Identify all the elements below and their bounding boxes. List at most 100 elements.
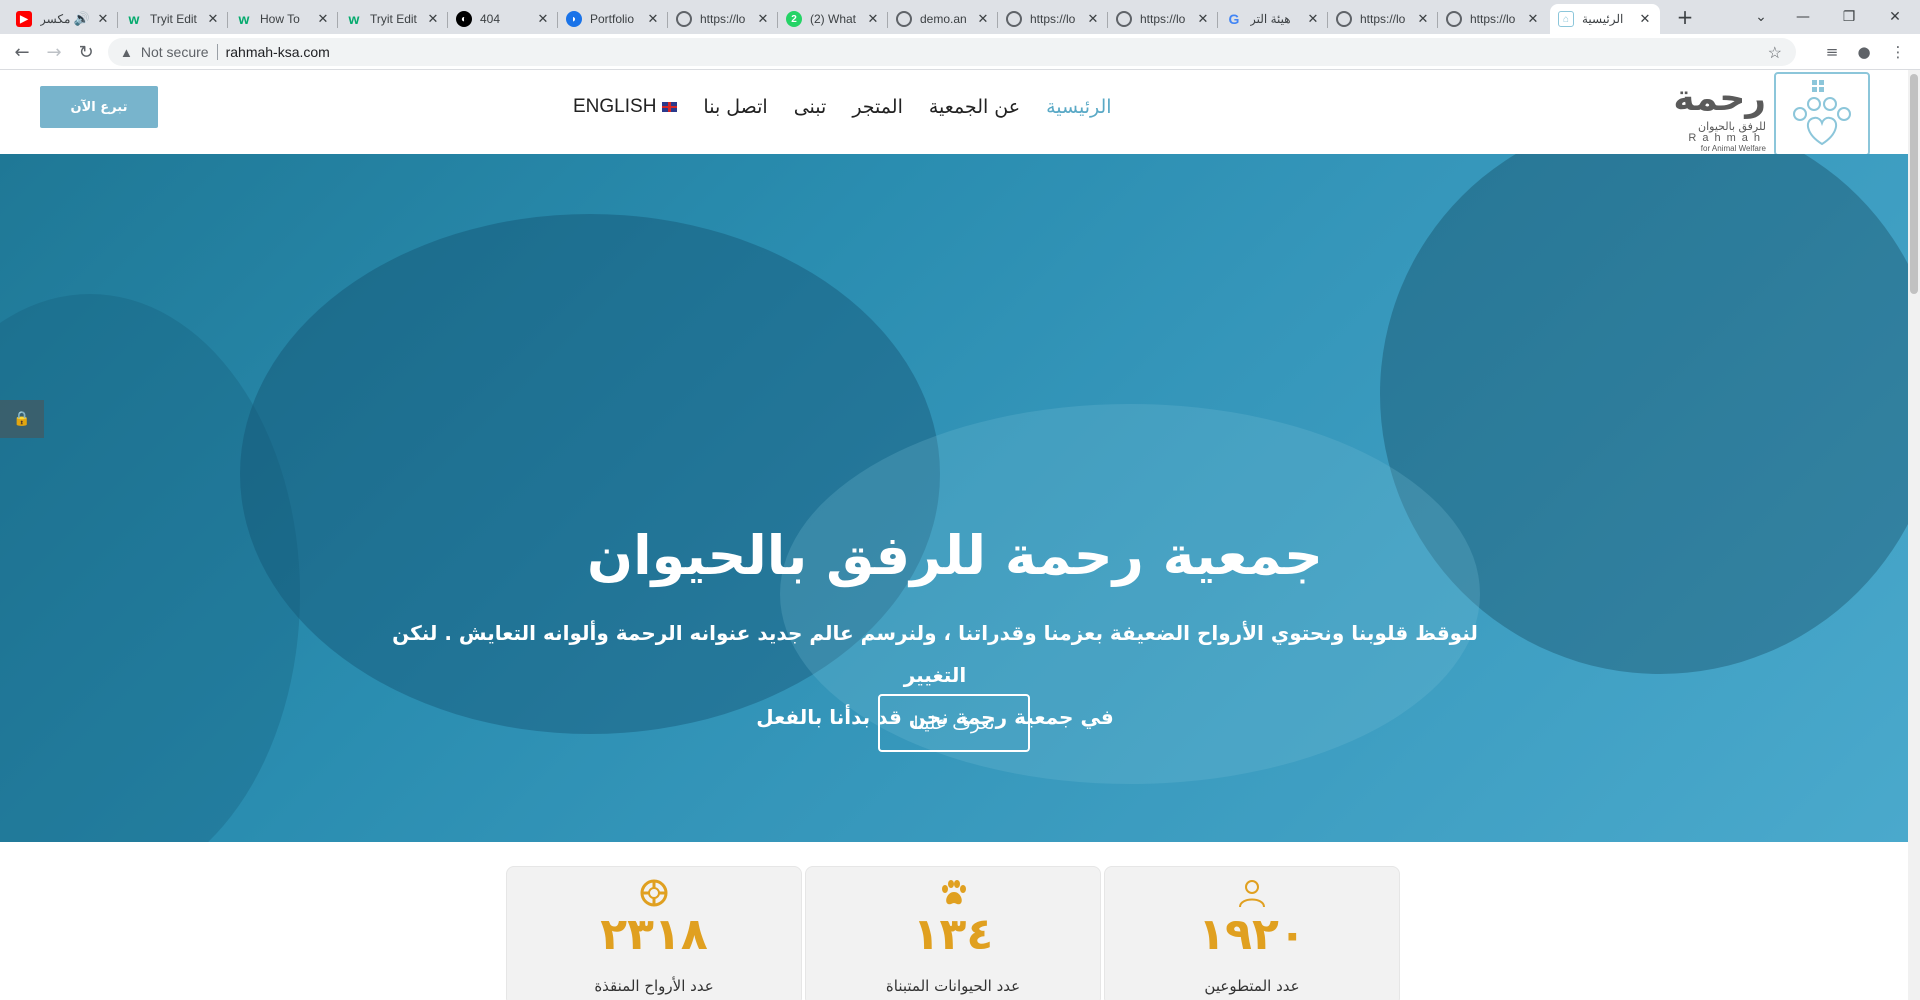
nav-item-adopt[interactable]: تبنى bbox=[794, 96, 827, 118]
close-tab-icon[interactable]: ✕ bbox=[1526, 11, 1540, 27]
profile-avatar-icon[interactable]: ● bbox=[1852, 40, 1876, 64]
security-label[interactable]: Not secure bbox=[141, 44, 209, 60]
browser-tab[interactable]: ▶ مكسر 🔊 ✕ bbox=[8, 4, 118, 34]
globe-icon bbox=[1446, 11, 1462, 27]
language-switch[interactable]: ENGLISH bbox=[573, 96, 678, 118]
close-window-button[interactable]: ✕ bbox=[1872, 0, 1918, 34]
close-tab-icon[interactable]: ✕ bbox=[1416, 11, 1430, 27]
youtube-icon: ▶ bbox=[16, 11, 32, 27]
hero-subtitle-line-1: لنوقظ قلوبنا ونحتوي الأرواح الضعيفة بعزم… bbox=[392, 621, 1478, 687]
tab-title: How To bbox=[260, 12, 300, 26]
browser-tab-strip: ▶ مكسر 🔊 ✕ w Tryit Edit ✕ w How To ✕ w T… bbox=[0, 0, 1920, 34]
hero-photo-shade bbox=[0, 294, 300, 842]
browser-tab[interactable]: https://lo ✕ bbox=[1438, 4, 1548, 34]
page-scrollbar[interactable] bbox=[1908, 70, 1920, 1000]
forward-arrow-icon[interactable]: → bbox=[42, 40, 66, 64]
logo-house-icon bbox=[1774, 72, 1870, 156]
tab-title: الرئيسية bbox=[1582, 12, 1624, 26]
tab-title: https://lo bbox=[1470, 12, 1516, 26]
audio-icon[interactable]: 🔊 bbox=[74, 11, 90, 27]
tab-title: (2) What bbox=[810, 12, 857, 26]
browser-tab[interactable]: G هيئة التر ✕ bbox=[1218, 4, 1328, 34]
nav-item-about[interactable]: عن الجمعية bbox=[929, 96, 1020, 118]
stat-card-volunteers: ١٩٢٠ عدد المتطوعين bbox=[1104, 866, 1400, 1000]
close-tab-icon[interactable]: ✕ bbox=[1086, 11, 1100, 27]
close-tab-icon[interactable]: ✕ bbox=[426, 11, 440, 27]
close-tab-icon[interactable]: ✕ bbox=[96, 11, 110, 27]
globe-icon bbox=[676, 11, 692, 27]
browser-tab[interactable]: w Tryit Edit ✕ bbox=[338, 4, 448, 34]
browser-tab[interactable]: w Tryit Edit ✕ bbox=[118, 4, 228, 34]
logo-name-ar: رحمة bbox=[1673, 78, 1766, 119]
tab-search-icon[interactable]: ⌄ bbox=[1738, 0, 1784, 34]
address-bar[interactable]: ▲ Not secure rahmah-ksa.com ☆ bbox=[108, 38, 1796, 66]
w3schools-icon: w bbox=[128, 11, 140, 27]
stat-label: عدد الأرواح المنقذة bbox=[594, 977, 714, 995]
tab-title: demo.an bbox=[920, 12, 967, 26]
stat-card-saved: ٢٣١٨ عدد الأرواح المنقذة bbox=[506, 866, 802, 1000]
browser-tab[interactable]: https://lo ✕ bbox=[668, 4, 778, 34]
browser-tab[interactable]: 2 (2) What ✕ bbox=[778, 4, 888, 34]
tab-title: https://lo bbox=[700, 12, 746, 26]
nav-item-contact[interactable]: اتصل بنا bbox=[703, 96, 767, 118]
tab-title: Tryit Edit bbox=[370, 12, 417, 26]
close-tab-icon[interactable]: ✕ bbox=[976, 11, 990, 27]
scrollbar-thumb[interactable] bbox=[1910, 74, 1918, 294]
close-tab-icon[interactable]: ✕ bbox=[206, 11, 220, 27]
close-tab-icon[interactable]: ✕ bbox=[646, 11, 660, 27]
menu-dots-icon[interactable]: ⋮ bbox=[1886, 40, 1910, 64]
browser-tab[interactable]: https://lo ✕ bbox=[998, 4, 1108, 34]
warning-icon[interactable]: ▲ bbox=[120, 45, 133, 60]
stat-card-adopted: ١٣٤ عدد الحيوانات المتبناة bbox=[805, 866, 1101, 1000]
url-text[interactable]: rahmah-ksa.com bbox=[226, 44, 330, 60]
restore-button[interactable]: ❐ bbox=[1826, 0, 1872, 34]
globe-icon bbox=[1006, 11, 1022, 27]
nav-item-store[interactable]: المتجر bbox=[852, 96, 903, 118]
browser-tab-active[interactable]: ⌂ الرئيسية ✕ bbox=[1550, 4, 1660, 34]
half-circle-icon: ◐ bbox=[456, 11, 472, 27]
close-tab-icon[interactable]: ✕ bbox=[536, 11, 550, 27]
close-tab-icon[interactable]: ✕ bbox=[1306, 11, 1320, 27]
tab-title: مكسر bbox=[40, 12, 70, 26]
donate-now-button[interactable]: تبرع الآن bbox=[40, 86, 158, 128]
browser-tab[interactable]: https://lo ✕ bbox=[1328, 4, 1438, 34]
w3schools-icon: w bbox=[238, 11, 250, 27]
browser-tab[interactable]: https://lo ✕ bbox=[1108, 4, 1218, 34]
close-tab-icon[interactable]: ✕ bbox=[1196, 11, 1210, 27]
close-tab-icon[interactable]: ✕ bbox=[316, 11, 330, 27]
site-header: تبرع الآن الرئيسية عن الجمعية المتجر تبن… bbox=[0, 70, 1908, 156]
tab-title: https://lo bbox=[1360, 12, 1406, 26]
tab-title: https://lo bbox=[1140, 12, 1186, 26]
uk-flag-icon bbox=[662, 102, 678, 112]
bookmark-star-icon[interactable]: ☆ bbox=[1768, 43, 1782, 63]
stats-section: ١٩٢٠ عدد المتطوعين ١٣٤ عدد الحيوانات الم… bbox=[0, 842, 1908, 1000]
close-tab-icon[interactable]: ✕ bbox=[866, 11, 880, 27]
tab-title: https://lo bbox=[1030, 12, 1076, 26]
reading-list-icon[interactable]: ≡ bbox=[1820, 40, 1844, 64]
back-arrow-icon[interactable]: ← bbox=[10, 40, 34, 64]
tab-title: هيئة التر bbox=[1250, 12, 1291, 26]
reload-icon[interactable]: ↻ bbox=[74, 40, 98, 64]
tab-title: Portfolio bbox=[590, 12, 635, 26]
globe-icon bbox=[896, 11, 912, 27]
main-nav: الرئيسية عن الجمعية المتجر تبنى اتصل بنا… bbox=[560, 90, 1125, 124]
browser-tab[interactable]: ◗ Portfolio ✕ bbox=[558, 4, 668, 34]
browser-tab[interactable]: demo.an ✕ bbox=[888, 4, 998, 34]
close-tab-icon[interactable]: ✕ bbox=[1638, 11, 1652, 27]
stat-label: عدد الحيوانات المتبناة bbox=[885, 977, 1021, 995]
nav-item-home[interactable]: الرئيسية bbox=[1046, 96, 1111, 118]
minimize-button[interactable]: — bbox=[1780, 0, 1826, 34]
stat-label: عدد المتطوعين bbox=[1204, 977, 1300, 995]
lock-icon[interactable]: 🔒 bbox=[0, 400, 44, 438]
browser-tab[interactable]: ◐ 404 ✕ bbox=[448, 4, 558, 34]
logo-name-en: Rahmah bbox=[1688, 132, 1766, 144]
web-page: تبرع الآن الرئيسية عن الجمعية المتجر تبن… bbox=[0, 70, 1908, 1000]
hero-title: جمعية رحمة للرفق بالحيوان bbox=[587, 524, 1323, 587]
logo-sub-en: for Animal Welfare bbox=[1700, 144, 1766, 153]
new-tab-button[interactable]: + bbox=[1672, 5, 1698, 31]
learn-about-us-button[interactable]: تعرف علينا bbox=[878, 694, 1030, 752]
browser-tab[interactable]: w How To ✕ bbox=[228, 4, 338, 34]
site-logo[interactable]: رحمة للرفق بالحيوان Rahmah for Animal We… bbox=[1650, 70, 1870, 156]
close-tab-icon[interactable]: ✕ bbox=[756, 11, 770, 27]
tab-title: 404 bbox=[480, 12, 501, 26]
